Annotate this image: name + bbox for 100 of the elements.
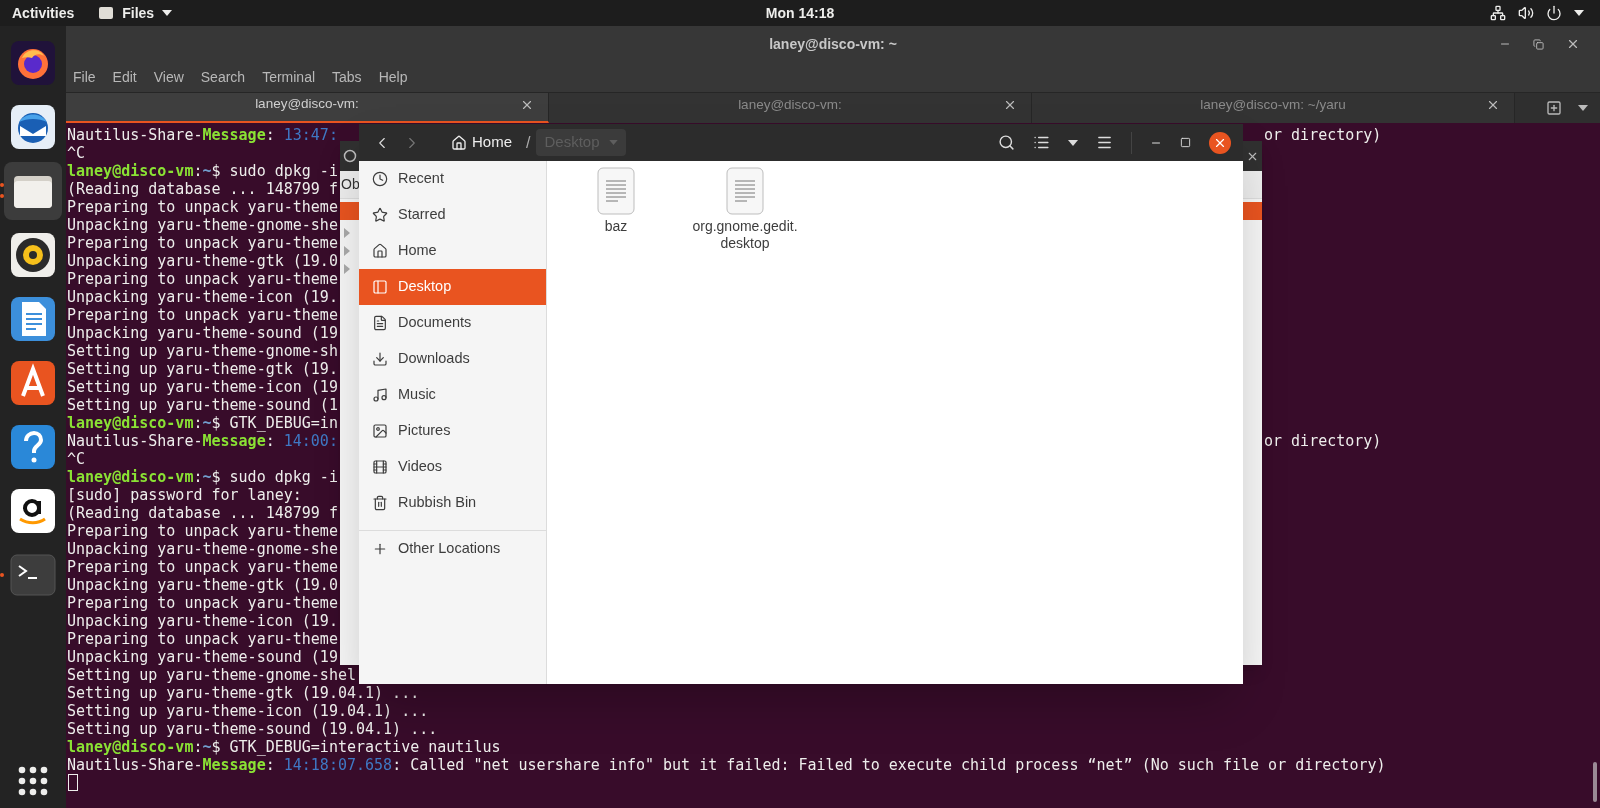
- clock-icon: [372, 171, 388, 187]
- path-separator: /: [526, 132, 531, 153]
- terminal-line: laney@disco-vm:~$ sudo dpkg -i: [67, 162, 338, 180]
- terminal-line: Unpacking yaru-theme-gnome-she: [67, 540, 338, 558]
- tab-label: laney@disco-vm: ~/yaru: [1200, 95, 1346, 114]
- tab-label: laney@disco-vm:: [255, 94, 359, 113]
- menu-item[interactable]: Help: [378, 66, 408, 88]
- terminal-tab[interactable]: laney@disco-vm:: [549, 93, 1032, 123]
- terminal-line: Nautilus-Share-Message: 13:47:: [67, 126, 338, 144]
- file-name: baz: [603, 218, 629, 235]
- browser-icon[interactable]: [10, 40, 56, 86]
- close-icon[interactable]: [1566, 37, 1580, 51]
- terminal-icon[interactable]: [10, 552, 56, 598]
- terminal-line: Setting up yaru-theme-sound (1: [67, 396, 338, 414]
- terminal-line: (Reading database ... 148799 f: [67, 504, 338, 522]
- terminal-line: laney@disco-vm:~$ GTK_DEBUG=in: [67, 414, 338, 432]
- sidebar-item[interactable]: Documents: [359, 305, 546, 341]
- running-dots: [0, 183, 4, 198]
- sidebar-item[interactable]: Other Locations: [359, 531, 546, 567]
- help-icon[interactable]: [10, 424, 56, 470]
- terminal-line: Preparing to unpack yaru-theme: [67, 558, 338, 576]
- image-icon: [372, 423, 388, 439]
- search-icon[interactable]: [998, 134, 1015, 151]
- terminal-line: ^C: [67, 144, 86, 162]
- terminal-line: Unpacking yaru-theme-gtk (19.0: [67, 576, 338, 594]
- sidebar-item[interactable]: Downloads: [359, 341, 546, 377]
- terminal-line: Setting up yaru-theme-gtk (19.04.1) ...: [67, 684, 420, 702]
- folder-icon: [98, 5, 115, 21]
- menu-item[interactable]: File: [73, 66, 96, 88]
- sidebar-item[interactable]: Desktop: [359, 269, 546, 305]
- text-cursor: [68, 774, 78, 791]
- menu-item[interactable]: Search: [200, 66, 246, 88]
- terminal-line: Nautilus-Share-Message: 14:18:07.658: Called "net usershare info" but it failed: Failed to execute child process “net” (No such file or directory): [67, 756, 1386, 774]
- file-name: org.gnome.gedit.desktop: [691, 218, 799, 252]
- terminal-line: Unpacking yaru-theme-sound (19: [67, 648, 338, 666]
- terminal-line: Preparing to unpack yaru-theme: [67, 630, 338, 648]
- power-icon[interactable]: [1546, 5, 1562, 21]
- caret-icon: [608, 140, 618, 145]
- sidebar-item[interactable]: Music: [359, 377, 546, 413]
- download-icon: [372, 351, 388, 367]
- terminal-line: Preparing to unpack yaru-theme: [67, 594, 338, 612]
- sidebar-item[interactable]: Recent: [359, 161, 546, 197]
- menu-item[interactable]: Tabs: [332, 66, 362, 88]
- close-button[interactable]: [1209, 131, 1231, 154]
- trash-icon: [372, 495, 388, 511]
- activities-button[interactable]: Activities: [12, 2, 75, 24]
- terminal-line: laney@disco-vm:~$ sudo dpkg -i: [67, 468, 338, 486]
- menu-item[interactable]: Terminal: [262, 66, 316, 88]
- terminal-line: Setting up yaru-theme-gtk (19.: [67, 360, 338, 378]
- terminal-line: Nautilus-Share-Message: 14:00:: [67, 432, 338, 450]
- new-tab-icon[interactable]: [1546, 100, 1562, 116]
- circle-icon: [343, 149, 357, 163]
- menu-icon[interactable]: [1096, 134, 1113, 151]
- sidebar-item[interactable]: Home: [359, 233, 546, 269]
- mail-icon[interactable]: [10, 104, 56, 150]
- sidebar-item[interactable]: Pictures: [359, 413, 546, 449]
- home-icon: [372, 243, 388, 259]
- film-icon: [372, 459, 388, 475]
- clock[interactable]: Mon 14:18: [765, 2, 835, 24]
- list-view-icon[interactable]: [1033, 134, 1050, 151]
- terminal-line: Setting up yaru-theme-gnome-shel: [67, 666, 356, 684]
- terminal-line: Unpacking yaru-theme-sound (19: [67, 324, 338, 342]
- restore-icon[interactable]: [1533, 38, 1544, 50]
- close-icon[interactable]: [1486, 98, 1500, 112]
- terminal-line: Preparing to unpack yaru-theme: [67, 522, 338, 540]
- terminal-tab[interactable]: laney@disco-vm: ~/yaru: [1032, 93, 1515, 123]
- terminal-line: Setting up yaru-theme-icon (19.04.1) ...: [67, 702, 429, 720]
- volume-icon[interactable]: [1518, 5, 1534, 21]
- close-icon[interactable]: [520, 98, 534, 112]
- app-grid-icon[interactable]: [18, 766, 48, 796]
- sidebar-item[interactable]: Rubbish Bin: [359, 485, 546, 521]
- menu-item[interactable]: View: [153, 66, 184, 88]
- terminal-line: Unpacking yaru-theme-gnome-she: [67, 216, 338, 234]
- sidebar-item[interactable]: Videos: [359, 449, 546, 485]
- terminal-line: Unpacking yaru-theme-gtk (19.0: [67, 252, 338, 270]
- terminal-text: or directory): [1264, 126, 1382, 144]
- network-icon[interactable]: [1490, 5, 1506, 21]
- menu-item[interactable]: Edit: [112, 66, 137, 88]
- terminal-line: Preparing to unpack yaru-theme: [67, 306, 338, 324]
- terminal-tab[interactable]: laney@disco-vm:: [66, 93, 549, 123]
- path-button[interactable]: Home: [443, 129, 520, 156]
- terminal-line: laney@disco-vm:~$ GTK_DEBUG=interactive nautilus: [67, 738, 501, 756]
- music-note-icon: [372, 387, 388, 403]
- terminal-line: Setting up yaru-theme-icon (19: [67, 378, 338, 396]
- terminal-line: (Reading database ... 148799 f: [67, 180, 338, 198]
- terminal-line: Setting up yaru-theme-sound (19.04.1) ...: [67, 720, 438, 738]
- panel-icon: [372, 279, 388, 295]
- caret-icon: [162, 10, 173, 16]
- scrollbar-thumb[interactable]: [1593, 762, 1597, 802]
- speaker-icon[interactable]: [10, 232, 56, 278]
- terminal-line: Preparing to unpack yaru-theme: [67, 270, 338, 288]
- terminal-line: Setting up yaru-theme-gnome-sh: [67, 342, 338, 360]
- sidebar-item[interactable]: Starred: [359, 197, 546, 233]
- document-icon[interactable]: [10, 296, 56, 342]
- maximize-icon[interactable]: [1180, 137, 1191, 148]
- close-icon[interactable]: [1003, 98, 1017, 112]
- terminal-line: Unpacking yaru-theme-icon (19.: [67, 288, 338, 306]
- window-title: laney@disco-vm: ~: [769, 34, 897, 54]
- app-menu-button[interactable]: Files: [98, 2, 173, 24]
- terminal-line: Preparing to unpack yaru-theme: [67, 234, 338, 252]
